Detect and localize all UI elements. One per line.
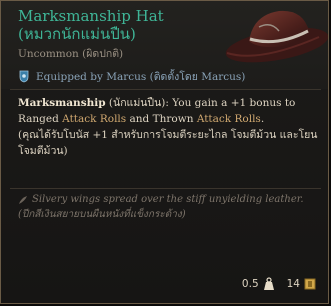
equipped-label: Equipped by Marcus (ติดตั้งโดย Marcus): [36, 71, 246, 83]
item-name: Marksmanship Hat (หมวกนักแม่นปืน): [18, 7, 238, 43]
item-rarity: Uncommon (ผิดปกติ): [18, 48, 124, 60]
equipped-by: Equipped by Marcus (ติดตั้งโดย Marcus): [18, 68, 245, 85]
hat-image: [225, 10, 328, 63]
item-description: Marksmanship (นักแม่นปืน): You gain a +1…: [18, 95, 318, 159]
item-stats: 0.5 14: [242, 277, 316, 291]
weight-icon: [263, 277, 274, 290]
item-tooltip: Marksmanship Hat (หมวกนักแม่นปืน) Uncomm…: [0, 0, 329, 304]
description-text: .: [260, 113, 265, 125]
keyword-attack-rolls[interactable]: Attack Rolls: [197, 113, 261, 125]
gold-coin-icon: [304, 278, 316, 290]
tooltip-header: Marksmanship Hat (หมวกนักแม่นปืน) Uncomm…: [1, 1, 328, 89]
description-text: and Thrown: [126, 113, 197, 125]
equipped-icon: [19, 70, 29, 83]
item-name-english: Marksmanship Hat: [18, 7, 164, 25]
description-thai: (คุณได้รับโบนัส +1 สำหรับการโจมตีระยะไกล…: [18, 129, 318, 157]
passive-name-thai: (นักแม่นปืน): [105, 97, 166, 109]
passive-name: Marksmanship: [18, 97, 106, 109]
feather-icon: [19, 195, 27, 204]
keyword-attack-rolls[interactable]: Attack Rolls: [62, 113, 126, 125]
flavor-text: Silvery wings spread over the stiff unyi…: [18, 192, 318, 222]
flavor-thai: (ปีกสีเงินสยายบนผืนหนังที่แข็งกระด้าง): [18, 209, 186, 220]
divider: [10, 89, 321, 90]
item-name-thai: (หมวกนักแม่นปืน): [18, 25, 136, 43]
flavor-english: Silvery wings spread over the stiff unyi…: [32, 194, 304, 205]
divider: [10, 188, 321, 189]
gold-value: 14: [286, 278, 300, 290]
weight-value: 0.5: [241, 278, 259, 290]
